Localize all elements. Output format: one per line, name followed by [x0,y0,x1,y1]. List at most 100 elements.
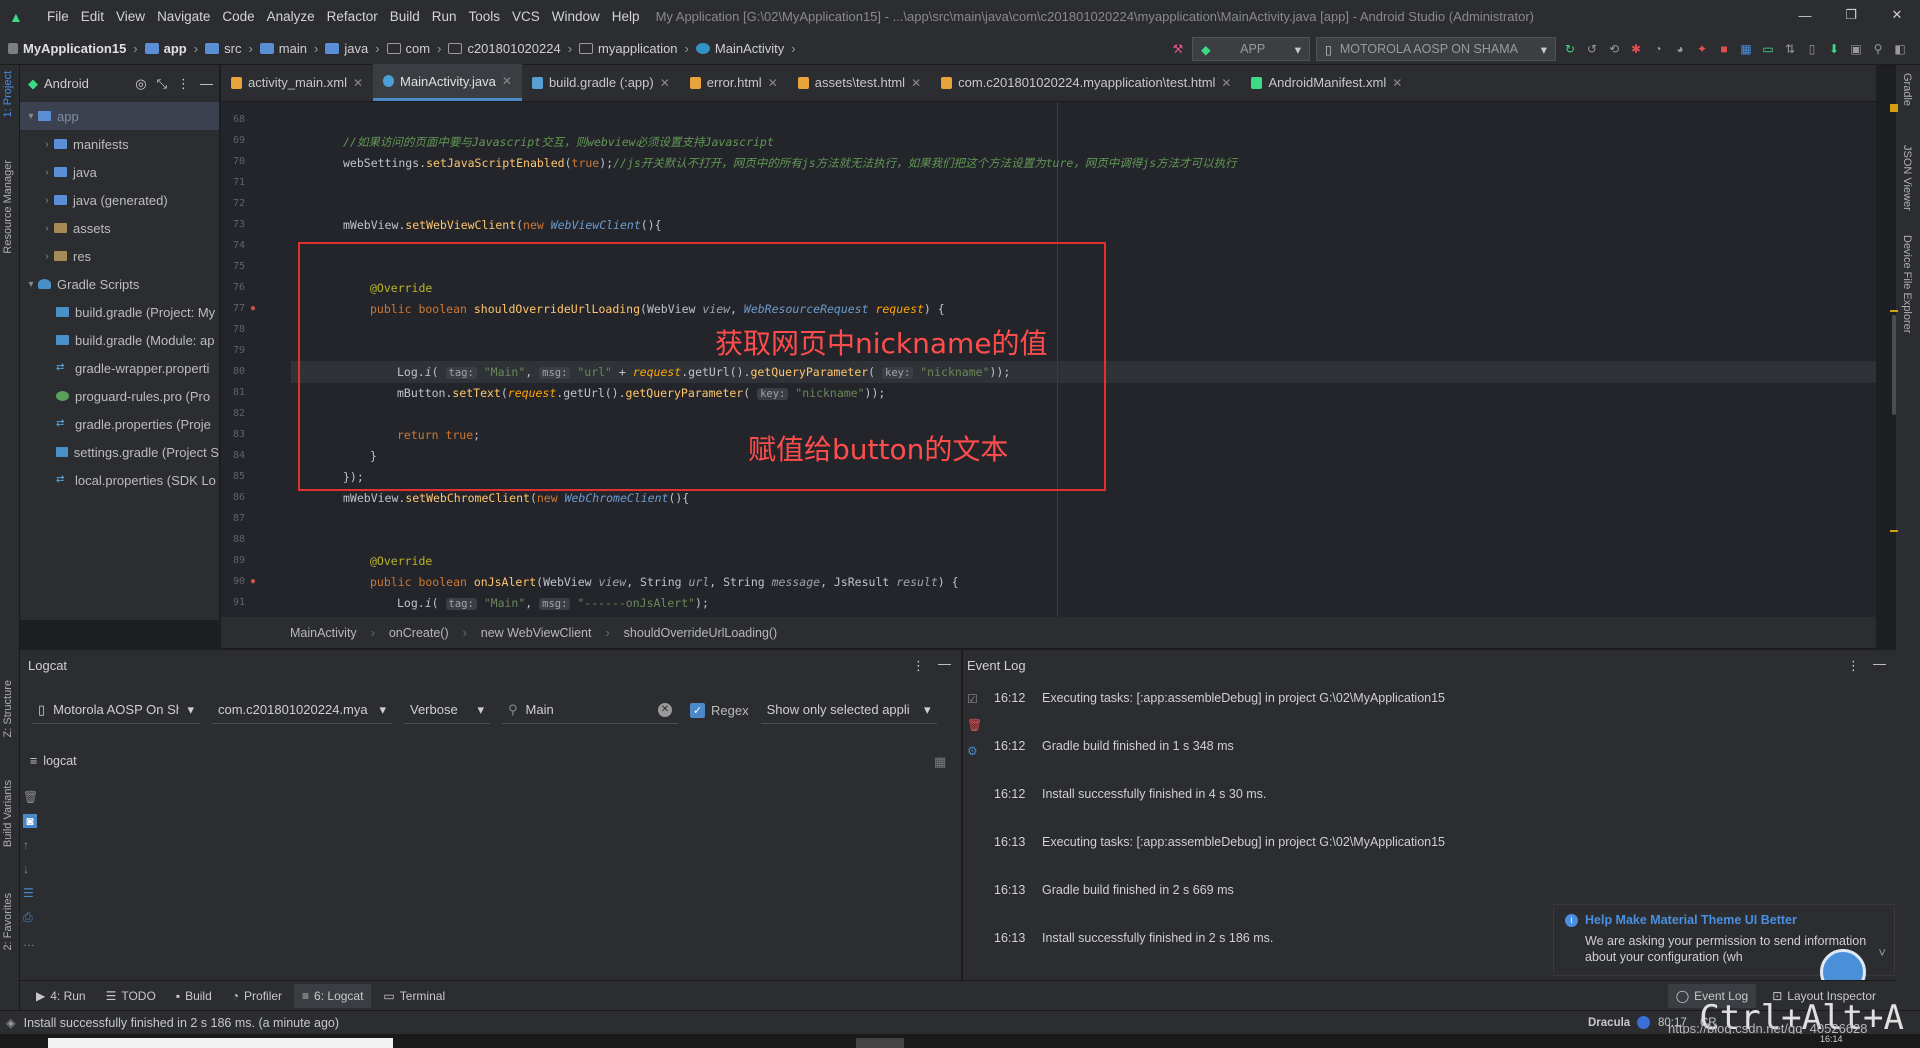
layers-icon[interactable]: ◈ [6,1015,16,1030]
device-dropdown[interactable]: ▯ MOTOROLA AOSP ON SHAMA ▾ [1316,37,1556,61]
taskbar-search-box[interactable] [48,1038,393,1048]
menu-window[interactable]: Window [546,9,606,24]
nav-crumb-myapplication[interactable]: myapplication [598,41,678,56]
nav-crumb-src[interactable]: src [224,41,241,56]
menu-edit[interactable]: Edit [75,9,110,24]
menu-view[interactable]: View [110,9,151,24]
warning-marker-icon[interactable] [1890,104,1898,112]
close-icon[interactable]: ✕ [911,76,921,90]
mark-all-read-icon[interactable]: ☑ [967,692,982,706]
menu-run[interactable]: Run [426,9,463,24]
chevron-down-icon[interactable]: ˅ [1878,945,1886,960]
maximize-button[interactable]: ❐ [1828,0,1874,30]
clear-icon[interactable]: ✕ [658,702,672,717]
debug-icon[interactable]: ✱ [1628,41,1644,57]
nav-crumb-package[interactable]: c201801020224 [467,41,560,56]
nav-crumb-main[interactable]: main [279,41,307,56]
trash-icon[interactable]: 🗑 [23,790,38,804]
tree-item-gradle-wrapper[interactable]: ⇄ gradle-wrapper.properti [20,354,219,382]
attach-debugger-icon[interactable]: ✦ [1694,41,1710,57]
menu-tools[interactable]: Tools [463,9,507,24]
sdk-manager-icon[interactable]: ⬇ [1826,41,1842,57]
nav-crumb-mainactivity[interactable]: MainActivity [715,41,784,56]
layout-icon[interactable]: ▣ [1848,41,1864,57]
project-view-dropdown[interactable]: Android [44,76,89,91]
breadcrumb-class[interactable]: MainActivity [290,626,357,640]
tree-item-build-gradle-module[interactable]: build.gradle (Module: ap [20,326,219,354]
breadcrumb-current-method[interactable]: shouldOverrideUrlLoading() [624,626,778,640]
project-tool-tab[interactable]: 1: Project [2,71,14,117]
resource-manager-tool-tab[interactable]: Resource Manager [2,160,14,254]
taskbar-app-button[interactable] [856,1038,904,1048]
tab-terminal[interactable]: ▭ Terminal [375,984,453,1008]
breadcrumb-anonymous-class[interactable]: new WebViewClient [481,626,592,640]
warning-stripe[interactable] [1890,530,1898,532]
close-icon[interactable]: ✕ [660,76,670,90]
soft-wraps-icon[interactable]: ☰ [23,886,38,900]
override-marker-icon[interactable]: ● [250,576,256,587]
logcat-search-input[interactable]: ⚲ Main ✕ [502,696,678,724]
settings-icon[interactable]: ◧ [1892,41,1908,57]
theme-indicator[interactable]: Dracula [1588,1017,1630,1029]
tree-item-gradle-properties[interactable]: ⇄ gradle.properties (Proje [20,410,219,438]
tree-item-java[interactable]: › java [20,158,219,186]
profile-icon[interactable]: ◕ [1672,41,1688,57]
editor-scrollbar[interactable] [1892,315,1896,415]
notification-title[interactable]: Help Make Material Theme UI Better [1585,913,1797,927]
nav-crumb-java[interactable]: java [344,41,368,56]
tab-profiler[interactable]: ◔ Profiler [224,984,290,1008]
close-icon[interactable]: ✕ [1392,76,1402,90]
nav-crumb-com[interactable]: com [406,41,431,56]
notification-balloon[interactable]: i Help Make Material Theme UI Better We … [1553,904,1895,995]
trash-icon[interactable]: 🗑 [967,718,982,732]
structure-tool-tab[interactable]: Z: Structure [2,680,14,737]
warning-stripe[interactable] [1890,310,1898,312]
menu-file[interactable]: File [41,9,75,24]
regex-checkbox[interactable]: ✓ [690,702,705,718]
hide-panel-icon[interactable]: — [1873,656,1886,671]
tab-mainactivity-java[interactable]: MainActivity.java ✕ [373,64,522,101]
tab-package-test-html[interactable]: com.c201801020224.myapplication\test.htm… [931,64,1241,101]
grid-icon[interactable]: ▦ [1738,41,1754,57]
tab-build[interactable]: ▪ Build [168,984,220,1008]
override-marker-icon[interactable]: ● [250,303,256,314]
logcat-package-dropdown[interactable]: com.c201801020224.mya ▾ [212,696,392,724]
scroll-to-end-icon[interactable]: ◙ [23,814,37,828]
tree-item-local-properties[interactable]: ⇄ local.properties (SDK Lo [20,466,219,494]
hide-panel-icon[interactable]: — [200,76,213,91]
close-icon[interactable]: ✕ [768,76,778,90]
json-viewer-tool-tab[interactable]: JSON Viewer [1901,145,1913,211]
more-options-icon[interactable]: ⋮ [177,76,190,92]
device-file-explorer-tool-tab[interactable]: Device File Explorer [1901,235,1913,333]
tab-error-html[interactable]: error.html ✕ [680,64,788,101]
rerun-icon[interactable]: ↻ [1562,41,1578,57]
gradle-tool-tab[interactable]: Gradle [1901,73,1913,106]
logcat-level-dropdown[interactable]: Verbose ▾ [404,696,490,724]
close-icon[interactable]: ✕ [502,74,512,88]
stop-icon[interactable]: ■ [1716,41,1732,57]
coverage-icon[interactable]: ◔ [1650,41,1666,57]
close-icon[interactable]: ✕ [1221,76,1231,90]
close-window-button[interactable]: ✕ [1874,0,1920,30]
logcat-device-dropdown[interactable]: ▯ Motorola AOSP On Sh ▾ [32,696,200,724]
tree-item-app[interactable]: ▾ app [20,102,219,130]
more-options-icon[interactable]: ⋮ [912,658,925,674]
tree-item-assets[interactable]: › assets [20,214,219,242]
more-options-icon[interactable]: ⋮ [1847,658,1860,674]
nav-crumb-project[interactable]: MyApplication15 [23,41,126,56]
target-icon[interactable]: ◎ [135,76,146,92]
terminal-icon[interactable]: ▭ [1760,41,1776,57]
tree-item-res[interactable]: › res [20,242,219,270]
run-config-dropdown[interactable]: ◆ APP ▾ [1192,37,1310,61]
tab-activity-main-xml[interactable]: activity_main.xml ✕ [221,64,373,101]
breadcrumb-method[interactable]: onCreate() [389,626,449,640]
tree-item-settings-gradle[interactable]: settings.gradle (Project S [20,438,219,466]
tab-assets-test-html[interactable]: assets\test.html ✕ [788,64,931,101]
sync-icon[interactable]: ⇅ [1782,41,1798,57]
menu-refactor[interactable]: Refactor [321,9,384,24]
collapse-icon[interactable] [8,43,18,54]
menu-build[interactable]: Build [384,9,426,24]
tree-item-manifests[interactable]: › manifests [20,130,219,158]
minimize-button[interactable]: — [1782,0,1828,30]
menu-code[interactable]: Code [216,9,260,24]
